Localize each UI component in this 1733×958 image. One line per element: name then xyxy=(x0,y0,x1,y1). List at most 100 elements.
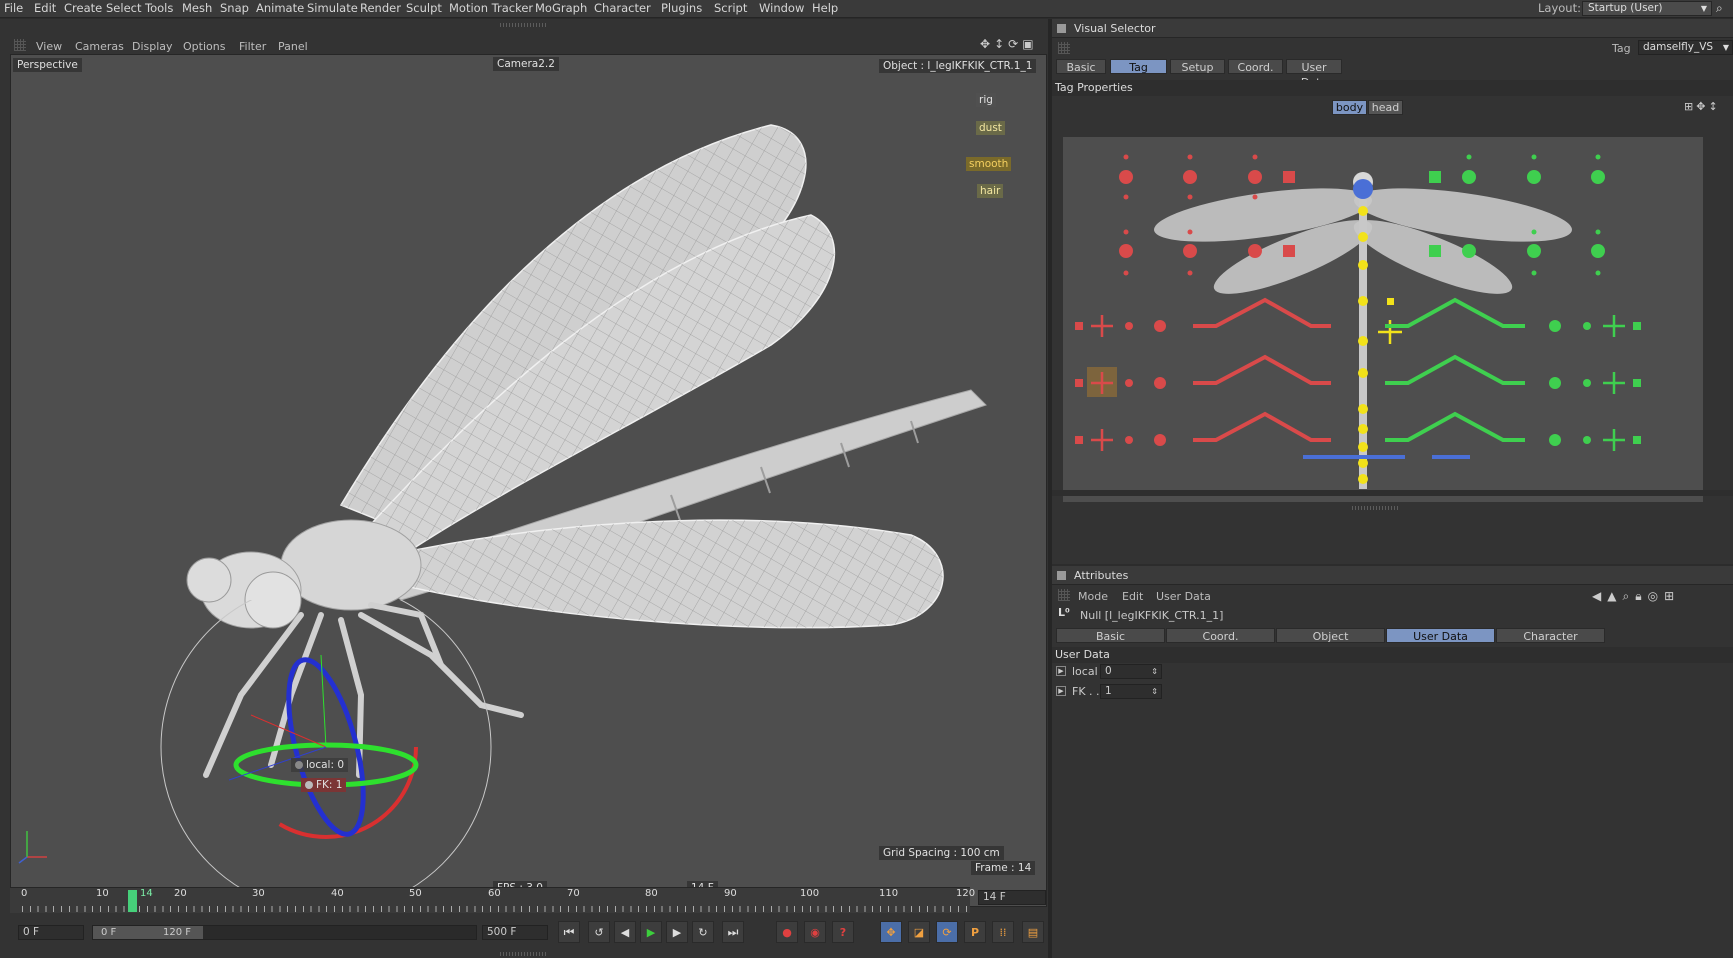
tag-dropdown[interactable]: damselfly_VS ▼ xyxy=(1638,40,1733,55)
start-frame-field[interactable]: 0 F xyxy=(18,925,84,940)
attr-tab-character-component[interactable]: Character Component xyxy=(1496,628,1605,658)
field-fk-input[interactable]: 1 ⇕ xyxy=(1100,684,1162,699)
search-icon[interactable]: ⌕ xyxy=(1716,1,1723,16)
viewport-menu-display[interactable]: Display xyxy=(132,40,173,53)
play-button[interactable]: ▶ xyxy=(640,921,662,943)
record-button[interactable]: ● xyxy=(776,921,798,943)
key-help-button[interactable]: ? xyxy=(832,921,854,943)
menu-create[interactable]: Create xyxy=(64,1,102,15)
vs-tab-coord[interactable]: Coord. xyxy=(1228,59,1283,74)
attr-menu-edit[interactable]: Edit xyxy=(1122,590,1143,603)
panel-menu-icon[interactable] xyxy=(1057,571,1066,580)
up-arrow-icon[interactable]: ▲ xyxy=(1607,589,1616,604)
vs-tab-user-data[interactable]: User Data xyxy=(1286,59,1342,89)
attr-tab-coord[interactable]: Coord. xyxy=(1166,628,1275,643)
layout-label: Layout: xyxy=(1538,1,1581,15)
hud-fk[interactable]: FK: 1 xyxy=(301,778,347,792)
viewport-menu-view[interactable]: View xyxy=(36,40,62,53)
menu-render[interactable]: Render xyxy=(360,1,401,15)
menu-file[interactable]: File xyxy=(4,1,23,15)
search-icon[interactable]: ⌕ xyxy=(1622,589,1629,604)
viewport-menu-cameras[interactable]: Cameras xyxy=(75,40,124,53)
user-data-header: User Data xyxy=(1052,647,1733,663)
menu-tools[interactable]: Tools xyxy=(145,1,173,15)
panel-menu-icon[interactable] xyxy=(1057,24,1066,33)
visual-selector-canvas[interactable] xyxy=(1063,137,1703,502)
viewport-3d-view[interactable]: Perspective Camera2.2 Object : l_legIKFK… xyxy=(10,54,1047,907)
prev-frame-button[interactable]: ◀ xyxy=(614,921,636,943)
move-icon[interactable]: ✥ xyxy=(1696,100,1705,113)
back-arrow-icon[interactable]: ◀ xyxy=(1592,589,1601,604)
viewport-menu-panel[interactable]: Panel xyxy=(278,40,308,53)
menu-character[interactable]: Character xyxy=(594,1,651,15)
viewport-menu-options[interactable]: Options xyxy=(183,40,225,53)
panel-grip-icon[interactable] xyxy=(14,39,26,51)
viewport-menu-filter[interactable]: Filter xyxy=(239,40,266,53)
ruler-tick-70: 70 xyxy=(567,888,580,899)
bottom-resize-grip[interactable] xyxy=(500,952,548,956)
menu-script[interactable]: Script xyxy=(714,1,747,15)
attr-tab-basic[interactable]: Basic xyxy=(1056,628,1165,643)
menu-sculpt[interactable]: Sculpt xyxy=(406,1,442,15)
next-frame-button[interactable]: ▶ xyxy=(666,921,688,943)
stepper-icon[interactable]: ⇕ xyxy=(1151,665,1158,678)
add-icon[interactable]: ⊞ xyxy=(1684,100,1693,113)
menu-mesh[interactable]: Mesh xyxy=(182,1,212,15)
layout-dropdown[interactable]: Startup (User) ▼ xyxy=(1582,1,1712,16)
timeline-ruler[interactable]: 0 10 20 30 40 50 60 70 80 90 100 110 120… xyxy=(10,887,975,913)
vs-subtab-head[interactable]: head xyxy=(1368,100,1403,115)
next-key-button[interactable]: ↻ xyxy=(692,921,714,943)
key-scale-button[interactable]: ◪ xyxy=(908,921,930,943)
attr-menu-user-data[interactable]: User Data xyxy=(1156,590,1211,603)
add-icon[interactable]: ⊞ xyxy=(1664,589,1674,604)
menu-plugins[interactable]: Plugins xyxy=(661,1,702,15)
go-to-start-button[interactable]: ⏮ xyxy=(558,921,580,943)
move-view-icon[interactable]: ✥ xyxy=(980,37,990,51)
go-to-end-button[interactable]: ⏭ xyxy=(722,921,744,943)
vs-tab-basic[interactable]: Basic xyxy=(1056,59,1106,74)
animate-toggle-icon[interactable]: ▶ xyxy=(1056,666,1066,676)
panel-grip-icon[interactable] xyxy=(1058,589,1070,601)
menu-edit[interactable]: Edit xyxy=(34,1,56,15)
menu-window[interactable]: Window xyxy=(759,1,804,15)
key-position-button[interactable]: ✥ xyxy=(880,921,902,943)
stepper-icon[interactable]: ⇕ xyxy=(1151,685,1158,698)
vs-subtab-body[interactable]: body xyxy=(1332,100,1367,115)
panel-resize-grip[interactable] xyxy=(500,23,548,27)
menu-motion-tracker[interactable]: Motion Tracker xyxy=(449,1,533,15)
field-local-input[interactable]: 0 ⇕ xyxy=(1100,664,1162,679)
menu-help[interactable]: Help xyxy=(812,1,838,15)
max-frame-field[interactable]: 500 F xyxy=(482,925,548,940)
range-slider[interactable]: 0 F 120 F xyxy=(92,925,477,940)
vs-resize-grip[interactable] xyxy=(1352,506,1400,510)
dolly-icon[interactable]: ↕ xyxy=(1708,100,1717,113)
timeline-window-button[interactable]: ▤ xyxy=(1022,921,1044,943)
menu-mograph[interactable]: MoGraph xyxy=(535,1,587,15)
playhead-marker[interactable] xyxy=(128,890,137,912)
menu-animate[interactable]: Animate xyxy=(256,1,304,15)
rotate-view-icon[interactable]: ⟳ xyxy=(1008,37,1018,51)
autokey-button[interactable]: ◉ xyxy=(804,921,826,943)
key-rotation-button[interactable]: ⟳ xyxy=(936,921,958,943)
vs-tab-setup[interactable]: Setup xyxy=(1170,59,1225,74)
maximize-view-icon[interactable]: ▣ xyxy=(1022,37,1033,51)
vs-tab-tag[interactable]: Tag xyxy=(1110,59,1167,74)
key-pla-button[interactable]: ⁞⁞ xyxy=(992,921,1014,943)
rotation-gizmo[interactable] xyxy=(151,600,511,900)
prev-key-button[interactable]: ↺ xyxy=(588,921,610,943)
timeline-end-field[interactable]: 14 F xyxy=(978,890,1046,905)
menu-snap[interactable]: Snap xyxy=(220,1,249,15)
key-param-button[interactable]: P xyxy=(964,921,986,943)
attr-tab-user-data[interactable]: User Data xyxy=(1386,628,1495,643)
animate-toggle-icon[interactable]: ▶ xyxy=(1056,686,1066,696)
attr-tab-object[interactable]: Object xyxy=(1276,628,1385,643)
menu-select[interactable]: Select xyxy=(106,1,141,15)
dolly-view-icon[interactable]: ↕ xyxy=(994,37,1004,51)
target-icon[interactable]: ◎ xyxy=(1648,589,1658,604)
panel-grip-icon[interactable] xyxy=(1058,42,1070,54)
hud-local[interactable]: local: 0 xyxy=(291,758,349,772)
menu-simulate[interactable]: Simulate xyxy=(307,1,358,15)
range-slider-handle[interactable]: 0 F 120 F xyxy=(93,926,203,939)
attr-menu-mode[interactable]: Mode xyxy=(1078,590,1108,603)
lock-icon[interactable]: 🔒︎ xyxy=(1635,589,1641,604)
